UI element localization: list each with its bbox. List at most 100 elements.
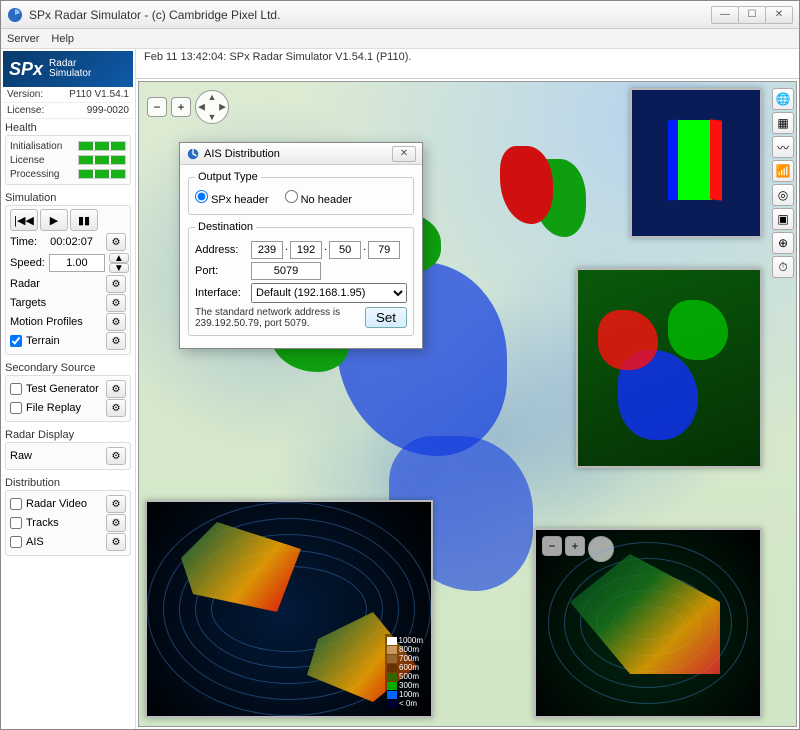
inset-ppi-secondary[interactable]: − +: [534, 528, 762, 718]
set-button[interactable]: Set: [365, 307, 407, 328]
globe-icon[interactable]: 🌐: [772, 88, 794, 110]
minimize-button[interactable]: —: [711, 6, 739, 24]
ppi2-zoom-out[interactable]: −: [542, 536, 562, 556]
radar-icon[interactable]: ◎: [772, 184, 794, 206]
addr-octet-4[interactable]: [368, 241, 400, 259]
ais-distribution-dialog: AIS Distribution ✕ Output Type SPx heade…: [179, 142, 423, 349]
window-title: SPx Radar Simulator - (c) Cambridge Pixe…: [29, 8, 712, 22]
dialog-title: AIS Distribution: [204, 148, 393, 160]
banner-spx: SPx: [9, 59, 43, 80]
dist-ais-config[interactable]: ⚙: [106, 533, 126, 551]
sim-terrain-check[interactable]: [10, 335, 22, 347]
output-type-legend: Output Type: [195, 171, 261, 183]
menu-server[interactable]: Server: [7, 33, 39, 45]
wifi-icon[interactable]: 📶: [772, 160, 794, 182]
radio-spx-header[interactable]: SPx header: [195, 190, 269, 206]
testgen-config[interactable]: ⚙: [106, 380, 126, 398]
addr-octet-3[interactable]: [329, 241, 361, 259]
speed-down-button[interactable]: ▼: [109, 263, 129, 273]
license-label: License:: [7, 105, 44, 116]
menu-help[interactable]: Help: [51, 33, 74, 45]
zoom-in-button[interactable]: +: [171, 97, 191, 117]
display-raw-config[interactable]: ⚙: [106, 447, 126, 465]
pause-button[interactable]: ▮▮: [70, 209, 98, 231]
map-toolbar: 🌐 ▦ 〰 📶 ◎ ▣ ⊕ ⏱: [772, 88, 794, 278]
map-area[interactable]: − + ▲▼▶◀ 🌐 ▦ 〰 📶 ◎ ▣ ⊕ ⏱: [138, 81, 797, 727]
sim-title: Simulation: [3, 189, 133, 205]
sim-terrain-label: Terrain: [26, 335, 60, 347]
bounds-icon[interactable]: ▣: [772, 208, 794, 230]
app-window: SPx Radar Simulator - (c) Cambridge Pixe…: [0, 0, 800, 730]
dist-video-check[interactable]: [10, 498, 22, 510]
sim-terrain-config[interactable]: ⚙: [106, 332, 126, 350]
close-button[interactable]: ✕: [765, 6, 793, 24]
sim-radar-config[interactable]: ⚙: [106, 275, 126, 293]
zoom-out-button[interactable]: −: [147, 97, 167, 117]
dist-tracks-check[interactable]: [10, 517, 22, 529]
testgen-check[interactable]: [10, 383, 22, 395]
interface-label: Interface:: [195, 287, 245, 299]
play-button[interactable]: ▶: [40, 209, 68, 231]
target-icon[interactable]: ⊕: [772, 232, 794, 254]
version-value: P110 V1.54.1: [69, 89, 129, 100]
inset-terrain-view[interactable]: [576, 268, 762, 468]
destination-note: The standard network address is 239.192.…: [195, 307, 359, 329]
dist-title: Distribution: [3, 474, 133, 490]
health-section: Initialisation License Processing: [5, 135, 131, 185]
address-label: Address:: [195, 244, 245, 256]
address-input: . . .: [251, 241, 400, 259]
destination-legend: Destination: [195, 221, 256, 233]
health-init: Initialisation: [10, 141, 62, 152]
secsrc-title: Secondary Source: [3, 359, 133, 375]
map-nav-controls: − + ▲▼▶◀: [147, 90, 229, 124]
dist-ais-label: AIS: [26, 536, 44, 548]
time-value: 00:02:07: [50, 236, 93, 248]
dist-ais-check[interactable]: [10, 536, 22, 548]
addr-octet-2[interactable]: [290, 241, 322, 259]
speed-input[interactable]: [49, 254, 105, 272]
gauge-icon[interactable]: ⏱: [772, 256, 794, 278]
menubar: Server Help: [1, 29, 799, 49]
banner-line2: Simulator: [49, 69, 91, 79]
sim-motion-config[interactable]: ⚙: [106, 313, 126, 331]
path-icon[interactable]: 〰: [772, 136, 794, 158]
destination-group: Destination Address: . . .: [188, 221, 414, 336]
secsrc-section: Test Generator⚙ File Replay⚙: [5, 375, 131, 422]
layers-icon[interactable]: ▦: [772, 112, 794, 134]
dist-video-config[interactable]: ⚙: [106, 495, 126, 513]
health-title: Health: [3, 119, 133, 135]
ppi2-zoom-in[interactable]: +: [565, 536, 585, 556]
app-icon: [7, 7, 23, 23]
sim-section: |◀◀ ▶ ▮▮ Time: 00:02:07 ⚙ Speed: ▲ ▼: [5, 205, 131, 355]
sidebar: SPx Radar Simulator Version: P110 V1.54.…: [1, 49, 136, 729]
dialog-close-button[interactable]: ✕: [392, 146, 416, 162]
sim-targets-config[interactable]: ⚙: [106, 294, 126, 312]
display-section: Raw⚙: [5, 442, 131, 470]
replay-check[interactable]: [10, 402, 22, 414]
port-input[interactable]: [251, 262, 321, 280]
port-label: Port:: [195, 265, 245, 277]
dist-tracks-config[interactable]: ⚙: [106, 514, 126, 532]
output-type-group: Output Type SPx header No header: [188, 171, 414, 215]
speed-label: Speed:: [10, 257, 45, 269]
sim-motion-label: Motion Profiles: [10, 316, 83, 328]
health-processing: Processing: [10, 169, 59, 180]
inset-target-view[interactable]: [630, 88, 762, 238]
product-banner: SPx Radar Simulator: [3, 51, 133, 87]
time-config-button[interactable]: ⚙: [106, 233, 126, 251]
rewind-button[interactable]: |◀◀: [10, 209, 38, 231]
titlebar: SPx Radar Simulator - (c) Cambridge Pixe…: [1, 1, 799, 29]
replay-config[interactable]: ⚙: [106, 399, 126, 417]
testgen-label: Test Generator: [26, 383, 99, 395]
health-processing-status: [78, 169, 126, 179]
display-title: Radar Display: [3, 426, 133, 442]
speed-up-button[interactable]: ▲: [109, 253, 129, 263]
interface-select[interactable]: Default (192.168.1.95): [251, 283, 407, 303]
inset-ppi-primary[interactable]: 1000m 800m 700m 600m 500m 300m 100m < 0m: [145, 500, 433, 718]
sim-radar-label: Radar: [10, 278, 40, 290]
addr-octet-1[interactable]: [251, 241, 283, 259]
dialog-icon: [186, 147, 200, 161]
maximize-button[interactable]: ☐: [738, 6, 766, 24]
pan-compass[interactable]: ▲▼▶◀: [195, 90, 229, 124]
radio-no-header[interactable]: No header: [285, 190, 352, 206]
